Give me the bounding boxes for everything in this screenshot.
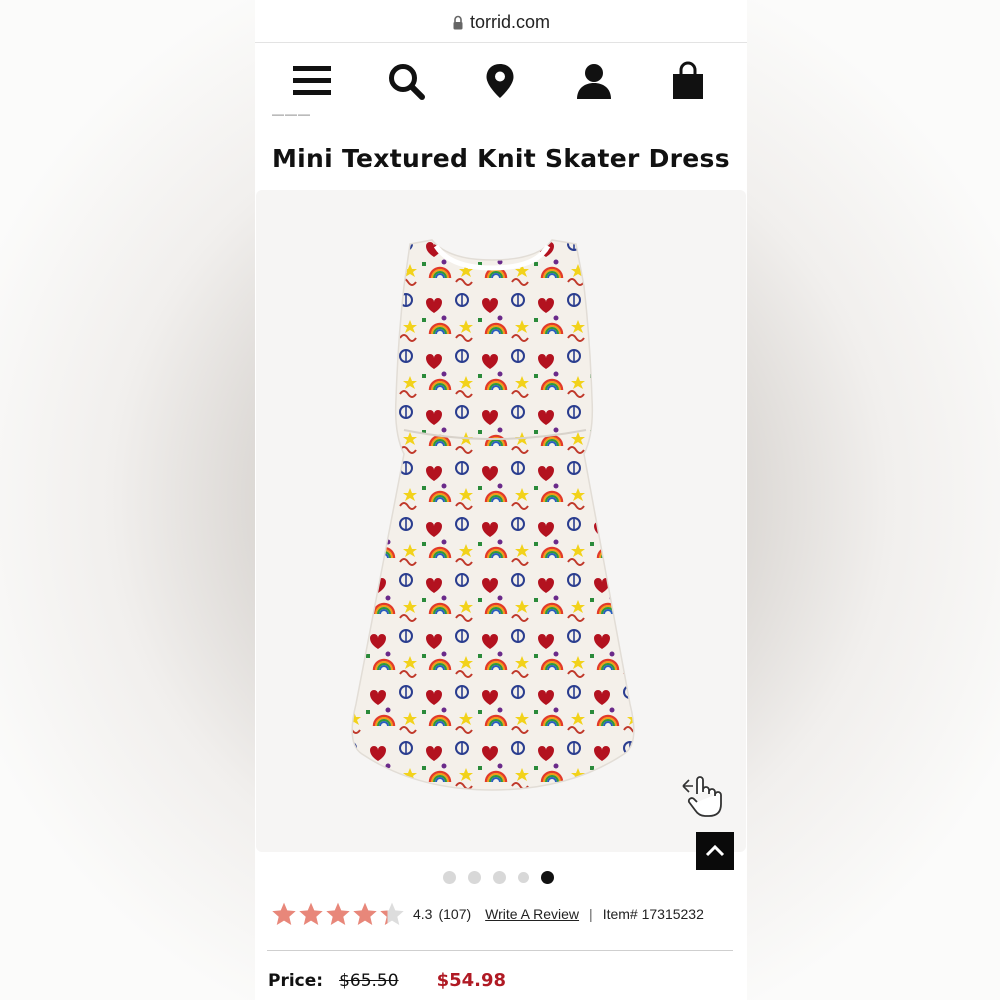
carousel-pagination [443, 871, 554, 884]
star-icon [380, 902, 404, 926]
clipped-category-text: ——— [272, 112, 311, 121]
product-image-carousel[interactable] [256, 190, 746, 852]
item-number: Item# 17315232 [602, 906, 704, 922]
rating-value: 4.3 [413, 906, 433, 922]
star-icon [272, 902, 296, 926]
price-row: Price: $65.50 $54.98 [268, 970, 506, 991]
star-icon [353, 902, 377, 926]
star-icon [326, 902, 350, 926]
write-review-link[interactable]: Write A Review [485, 906, 579, 922]
swipe-hand-icon [682, 776, 722, 817]
review-count[interactable]: (107) [438, 906, 471, 922]
url-text[interactable]: torrid.com [470, 12, 550, 33]
chevron-up-icon [705, 844, 725, 857]
divider [267, 950, 733, 951]
star-rating[interactable] [271, 901, 405, 927]
carousel-dot[interactable] [518, 872, 529, 883]
carousel-dot[interactable] [468, 871, 481, 884]
site-header-nav [255, 43, 747, 121]
carousel-dot[interactable] [493, 871, 506, 884]
rating-row: 4.3 (107) Write A Review | Item# 1731523… [271, 898, 741, 930]
carousel-dot[interactable] [443, 871, 456, 884]
menu-icon[interactable] [292, 61, 332, 101]
search-icon[interactable] [386, 61, 426, 101]
back-to-top-button[interactable] [696, 832, 734, 870]
lock-icon [453, 15, 463, 29]
browser-url-bar[interactable]: torrid.com [255, 0, 747, 43]
product-image-dress[interactable] [340, 234, 650, 814]
phone-screen: torrid.com ——— Mini Textured Knit Skater… [255, 0, 747, 1000]
original-price: $65.50 [339, 971, 399, 991]
product-title: Mini Textured Knit Skater Dress [272, 144, 730, 173]
location-pin-icon[interactable] [480, 61, 520, 101]
carousel-dot[interactable] [541, 871, 554, 884]
url-container[interactable]: torrid.com [452, 12, 550, 33]
separator: | [589, 906, 593, 922]
star-icon [299, 902, 323, 926]
account-icon[interactable] [574, 61, 614, 101]
price-label: Price: [268, 971, 324, 991]
shopping-bag-icon[interactable] [668, 61, 708, 101]
sale-price: $54.98 [436, 970, 507, 991]
